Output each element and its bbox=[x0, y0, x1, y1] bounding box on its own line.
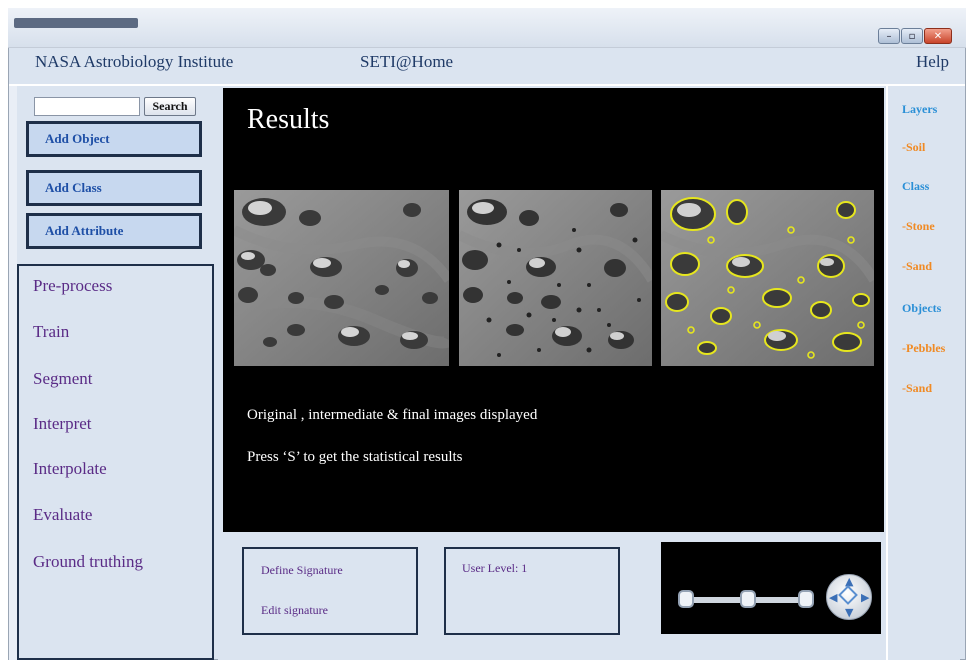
menu-item-interpret[interactable]: Interpret bbox=[33, 414, 92, 434]
pan-right-icon[interactable]: ▶ bbox=[861, 592, 869, 603]
menu-item-pre-process[interactable]: Pre-process bbox=[33, 276, 112, 296]
original-image bbox=[234, 190, 449, 366]
menu-item-interpolate[interactable]: Interpolate bbox=[33, 459, 107, 479]
layers-heading: Layers bbox=[902, 102, 938, 116]
results-title: Results bbox=[247, 104, 330, 135]
search-button[interactable]: Search bbox=[144, 97, 196, 116]
results-caption-statistics: Press ‘S’ to get the statistical results bbox=[247, 449, 463, 465]
menu-item-evaluate[interactable]: Evaluate bbox=[33, 505, 92, 525]
pan-left-icon[interactable]: ◀ bbox=[829, 592, 837, 603]
menu-item-segment[interactable]: Segment bbox=[33, 369, 93, 389]
signature-panel: Define Signature Edit signature bbox=[242, 547, 418, 635]
final-segmented-image bbox=[661, 190, 874, 366]
object-sand[interactable]: -Sand bbox=[902, 381, 932, 396]
edit-signature-link[interactable]: Edit signature bbox=[261, 603, 328, 618]
slider-max-handle[interactable] bbox=[798, 590, 814, 608]
menu-help[interactable]: Help bbox=[916, 52, 949, 72]
pan-down-icon[interactable]: ▼ bbox=[845, 607, 853, 618]
results-caption-images: Original , intermediate & final images d… bbox=[247, 407, 538, 423]
window-title-tab bbox=[14, 18, 138, 28]
menu-nasa-astrobiology[interactable]: NASA Astrobiology Institute bbox=[35, 52, 233, 72]
slider-min-handle[interactable] bbox=[678, 590, 694, 608]
menu-item-train[interactable]: Train bbox=[33, 322, 69, 342]
add-object-button[interactable]: Add Object bbox=[26, 121, 202, 157]
class-stone[interactable]: -Stone bbox=[902, 219, 935, 234]
object-pebbles[interactable]: -Pebbles bbox=[902, 341, 945, 356]
class-heading: Class bbox=[902, 179, 930, 193]
layer-soil[interactable]: -Soil bbox=[902, 140, 925, 155]
search-input[interactable] bbox=[34, 97, 140, 116]
objects-heading: Objects bbox=[902, 301, 942, 315]
add-attribute-button[interactable]: Add Attribute bbox=[26, 213, 202, 249]
slider-thumb[interactable] bbox=[740, 590, 756, 608]
menu-seti-home[interactable]: SETI@Home bbox=[360, 52, 453, 72]
add-class-button[interactable]: Add Class bbox=[26, 170, 202, 206]
layers-panel bbox=[886, 86, 960, 660]
maximize-button[interactable]: ▫ bbox=[901, 28, 923, 44]
define-signature-link[interactable]: Define Signature bbox=[261, 563, 343, 578]
close-button[interactable]: ✕ bbox=[924, 28, 952, 44]
user-level-panel: User Level: 1 bbox=[444, 547, 620, 635]
class-sand[interactable]: -Sand bbox=[902, 259, 932, 274]
minimize-button[interactable]: – bbox=[878, 28, 900, 44]
menu-item-ground-truthing[interactable]: Ground truthing bbox=[33, 552, 143, 572]
left-panel-edge bbox=[9, 86, 17, 660]
intermediate-image bbox=[459, 190, 652, 366]
user-level-label: User Level: 1 bbox=[462, 561, 528, 575]
title-bar[interactable] bbox=[8, 8, 966, 48]
